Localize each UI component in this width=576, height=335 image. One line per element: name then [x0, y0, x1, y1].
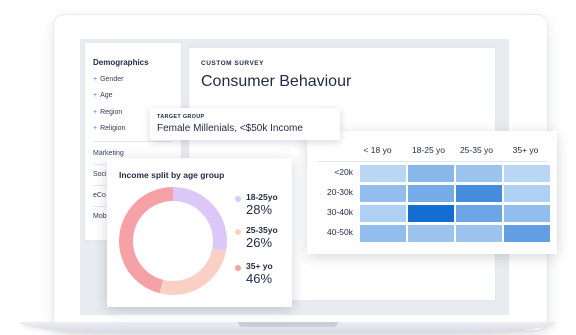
heatmap-cell — [408, 225, 454, 242]
donut-card: Income split by age group 18-25yo 28% 25… — [107, 158, 292, 307]
sidebar-divider — [93, 141, 173, 142]
heatmap-row-label: 30-40k — [327, 207, 353, 217]
heatmap-cell — [504, 165, 550, 182]
plus-icon: + — [93, 125, 98, 132]
heatmap-card: < 18 yo 18-25 yo 25-35 yo 35+ yo <20k 20… — [307, 131, 557, 254]
donut-chart — [119, 187, 227, 295]
heatmap-cell — [504, 225, 550, 242]
sidebar-item-label: Age — [100, 92, 113, 99]
plus-icon: + — [93, 76, 98, 83]
sidebar-section-title: Demographics — [93, 58, 149, 67]
laptop-notch — [238, 322, 338, 327]
legend-value: 28% — [246, 202, 273, 217]
sidebar-item-label: Religion — [100, 125, 126, 132]
heatmap-cell — [456, 225, 502, 242]
heatmap-cell — [504, 185, 550, 202]
heatmap-cell — [456, 205, 502, 222]
survey-kicker: CUSTOM SURVEY — [201, 60, 264, 67]
plus-icon: + — [93, 109, 98, 116]
heatmap-cell — [504, 205, 550, 222]
heatmap-cell — [456, 165, 502, 182]
survey-title: Consumer Behaviour — [201, 73, 352, 90]
heatmap-column-header: 35+ yo — [512, 145, 539, 155]
heatmap-cell — [408, 205, 454, 222]
sidebar-item-gender[interactable]: + Gender — [93, 76, 123, 83]
heatmap-row-label: <20k — [334, 167, 353, 177]
heatmap-cell — [408, 165, 454, 182]
donut-slice — [119, 187, 173, 294]
heatmap-row-label: 40-50k — [327, 227, 353, 237]
heatmap-column-header: 25-35 yo — [459, 145, 494, 155]
sidebar-category-mobile[interactable]: Mob — [93, 213, 107, 220]
sidebar-item-region[interactable]: + Region — [93, 109, 122, 116]
sidebar-item-label: Gender — [100, 76, 124, 83]
heatmap-row-label: 20-30k — [327, 187, 353, 197]
target-group-value: Female Millenials, <$50k Income — [157, 123, 303, 134]
heatmap-column-header: < 18 yo — [363, 145, 392, 155]
donut-slice — [173, 187, 227, 252]
legend-dot — [235, 265, 241, 271]
legend-label: 25-35yo — [246, 225, 278, 235]
sidebar-category-social[interactable]: Soci — [93, 171, 107, 178]
sidebar-category-marketing[interactable]: Marketing — [93, 150, 124, 157]
donut-title: Income split by age group — [119, 170, 225, 180]
legend-dot — [235, 229, 241, 235]
legend-dot — [235, 196, 241, 202]
heatmap-cell — [456, 185, 502, 202]
heatmap-cell — [360, 225, 406, 242]
sidebar-item-label: Region — [100, 109, 123, 116]
legend-value: 26% — [246, 235, 273, 250]
sidebar-item-age[interactable]: + Age — [93, 92, 113, 99]
donut-slice — [159, 248, 227, 295]
sidebar-item-religion[interactable]: + Religion — [93, 125, 125, 132]
plus-icon: + — [93, 92, 98, 99]
legend-value: 46% — [246, 271, 273, 286]
heatmap-cell — [360, 165, 406, 182]
heatmap-column-header: 18-25 yo — [411, 145, 446, 155]
heatmap-cell — [408, 185, 454, 202]
target-group-card[interactable]: TARGET GROUP Female Millenials, <$50k In… — [150, 108, 340, 140]
heatmap-cell — [360, 205, 406, 222]
heatmap-header-divider — [317, 161, 547, 162]
heatmap-cell — [360, 185, 406, 202]
target-group-label: TARGET GROUP — [157, 114, 205, 120]
legend-label: 35+ yo — [246, 261, 273, 271]
legend-label: 18-25yo — [246, 192, 278, 202]
sidebar-category-ecommerce[interactable]: eCo — [93, 192, 106, 199]
